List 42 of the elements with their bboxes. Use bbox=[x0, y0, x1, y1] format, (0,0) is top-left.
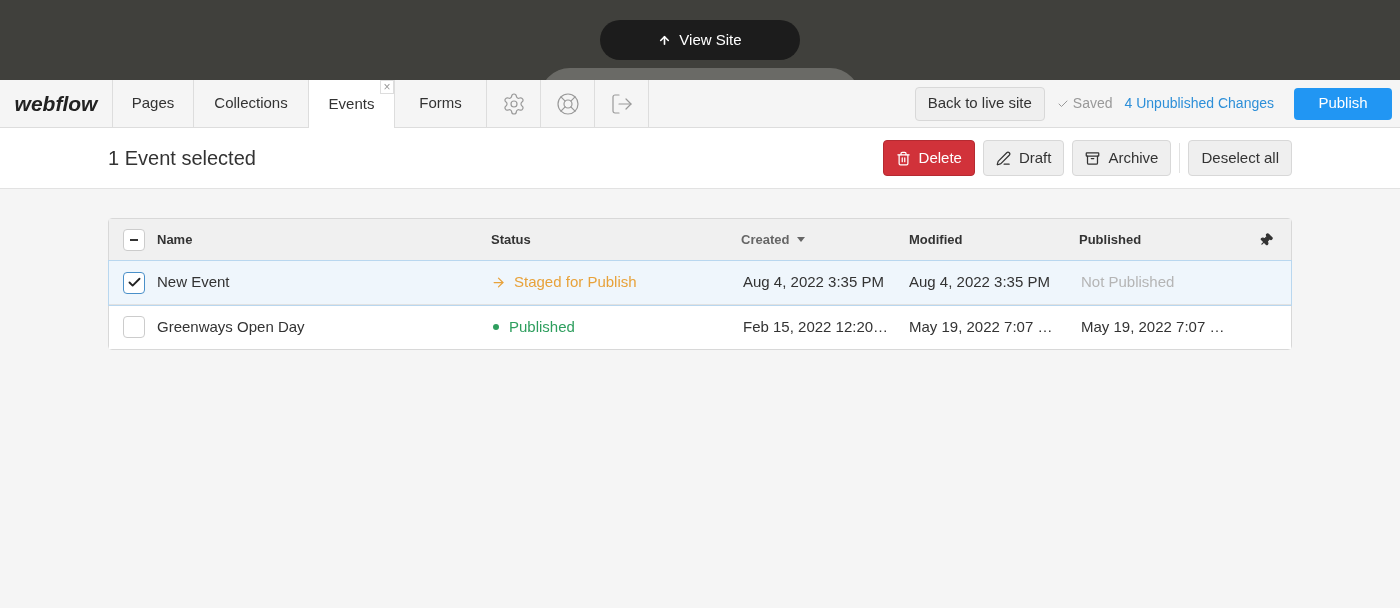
arrow-right-icon bbox=[491, 275, 506, 290]
status-cell-text: Staged for Publish bbox=[514, 272, 637, 293]
name-cell-text: Greenways Open Day bbox=[157, 316, 305, 337]
modified-cell-text: May 19, 2022 7:07 … bbox=[909, 316, 1054, 337]
selection-title: 1 Event selected bbox=[108, 146, 257, 171]
row-checkbox[interactable] bbox=[123, 271, 145, 294]
name-cell-text: New Event bbox=[157, 272, 230, 293]
modified-cell-text: Aug 4, 2022 3:35 PM bbox=[909, 272, 1051, 293]
row-checkbox[interactable] bbox=[123, 316, 145, 338]
archive-button[interactable]: Archive bbox=[1072, 140, 1172, 176]
arrow-up-icon bbox=[658, 33, 672, 47]
select-all-checkbox[interactable] bbox=[123, 228, 145, 251]
column-header[interactable]: Created bbox=[741, 229, 790, 250]
table-row[interactable]: Greenways Open Day Published Feb 15, 2022 12:20… May 19, 2022 7:07 … May 19, 2022 7:07 … bbox=[109, 305, 1291, 349]
delete-button[interactable]: Delete bbox=[882, 140, 975, 176]
logo[interactable]: webflow bbox=[0, 80, 113, 127]
column-header[interactable]: Name bbox=[157, 229, 193, 250]
tab[interactable]: Events × bbox=[309, 80, 395, 128]
column-header[interactable]: Published bbox=[1079, 229, 1142, 250]
archive-icon bbox=[1085, 150, 1101, 166]
column-header[interactable]: Status bbox=[491, 229, 531, 250]
created-cell-text: Feb 15, 2022 12:20… bbox=[742, 316, 890, 337]
tab[interactable]: Forms bbox=[395, 80, 487, 127]
deselect-button[interactable]: Deselect all bbox=[1188, 140, 1292, 176]
published-cell-text: Not Published bbox=[1080, 272, 1176, 293]
created-cell-text: Aug 4, 2022 3:35 PM bbox=[742, 272, 885, 293]
saved-status: Saved bbox=[1072, 94, 1113, 113]
view-site-button[interactable]: View Site bbox=[600, 20, 800, 60]
status-cell-text: Published bbox=[509, 316, 575, 337]
settings-icon bbox=[501, 91, 526, 116]
draft-button[interactable]: Draft bbox=[982, 140, 1065, 176]
pen-icon bbox=[995, 150, 1011, 166]
exit-icon bbox=[609, 91, 634, 116]
trash-icon bbox=[895, 150, 911, 166]
tab[interactable]: Pages bbox=[113, 80, 194, 127]
check-icon bbox=[126, 275, 142, 290]
published-cell-text: May 19, 2022 7:07 … bbox=[1080, 316, 1226, 337]
back-to-live-site-button[interactable]: Back to live site bbox=[914, 86, 1045, 121]
lifebuoy-icon bbox=[555, 91, 580, 116]
sort-caret-icon bbox=[797, 237, 806, 242]
table-row[interactable]: New Event Staged for Publish Aug 4, 2022 3:35 PM Aug 4, 2022 3:35 PM Not Published bbox=[109, 261, 1291, 305]
column-header[interactable]: Modified bbox=[909, 229, 963, 250]
